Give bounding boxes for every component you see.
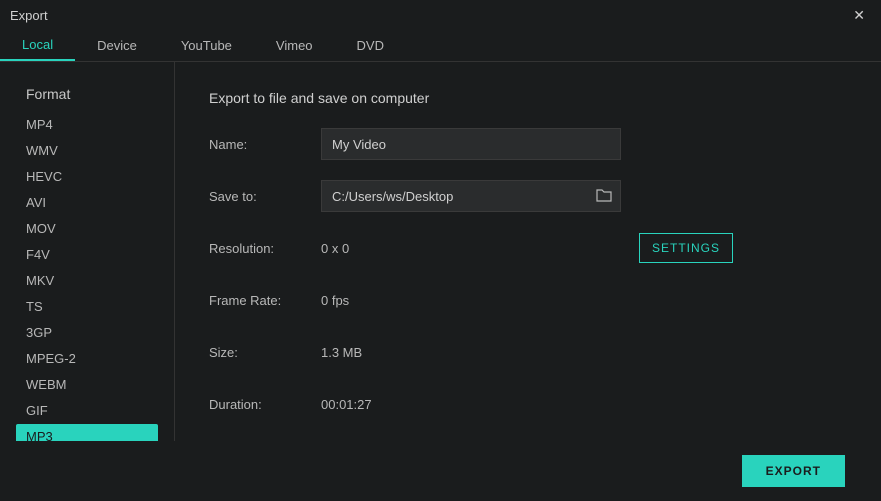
tab-label: Device [97, 38, 137, 53]
format-mkv[interactable]: MKV [16, 268, 158, 293]
tab-local[interactable]: Local [0, 30, 75, 61]
format-webm[interactable]: WEBM [16, 372, 158, 397]
tab-label: Local [22, 37, 53, 52]
footer: EXPORT [0, 441, 881, 501]
titlebar: Export ✕ [0, 0, 881, 30]
tab-label: Vimeo [276, 38, 313, 53]
size-label: Size: [209, 345, 321, 360]
sidebar-title: Format [16, 86, 158, 102]
saveto-label: Save to: [209, 189, 321, 204]
framerate-label: Frame Rate: [209, 293, 321, 308]
format-mpeg2[interactable]: MPEG-2 [16, 346, 158, 371]
size-value: 1.3 MB [321, 345, 841, 360]
duration-label: Duration: [209, 397, 321, 412]
format-3gp[interactable]: 3GP [16, 320, 158, 345]
sidebar: Format MP4 WMV HEVC AVI MOV F4V MKV TS 3… [0, 62, 175, 441]
export-button[interactable]: EXPORT [742, 455, 845, 487]
format-wmv[interactable]: WMV [16, 138, 158, 163]
tabbar: Local Device YouTube Vimeo DVD [0, 30, 881, 62]
framerate-value: 0 fps [321, 293, 841, 308]
name-label: Name: [209, 137, 321, 152]
tab-vimeo[interactable]: Vimeo [254, 30, 335, 61]
format-hevc[interactable]: HEVC [16, 164, 158, 189]
duration-value: 00:01:27 [321, 397, 841, 412]
main-panel: Export to file and save on computer Name… [175, 62, 881, 441]
name-input[interactable] [321, 128, 621, 160]
format-mov[interactable]: MOV [16, 216, 158, 241]
window-title: Export [10, 8, 48, 23]
format-mp3[interactable]: MP3 [16, 424, 158, 441]
format-ts[interactable]: TS [16, 294, 158, 319]
main-heading: Export to file and save on computer [209, 90, 841, 106]
tab-youtube[interactable]: YouTube [159, 30, 254, 61]
format-gif[interactable]: GIF [16, 398, 158, 423]
tab-dvd[interactable]: DVD [335, 30, 406, 61]
settings-button[interactable]: SETTINGS [639, 233, 733, 263]
resolution-value: 0 x 0 [321, 241, 639, 256]
folder-icon[interactable] [596, 188, 612, 205]
close-icon[interactable]: ✕ [847, 3, 871, 28]
format-avi[interactable]: AVI [16, 190, 158, 215]
saveto-box: C:/Users/ws/Desktop [321, 180, 621, 212]
resolution-label: Resolution: [209, 241, 321, 256]
format-mp4[interactable]: MP4 [16, 112, 158, 137]
tab-device[interactable]: Device [75, 30, 159, 61]
tab-label: YouTube [181, 38, 232, 53]
format-f4v[interactable]: F4V [16, 242, 158, 267]
saveto-value: C:/Users/ws/Desktop [332, 189, 596, 204]
tab-label: DVD [357, 38, 384, 53]
